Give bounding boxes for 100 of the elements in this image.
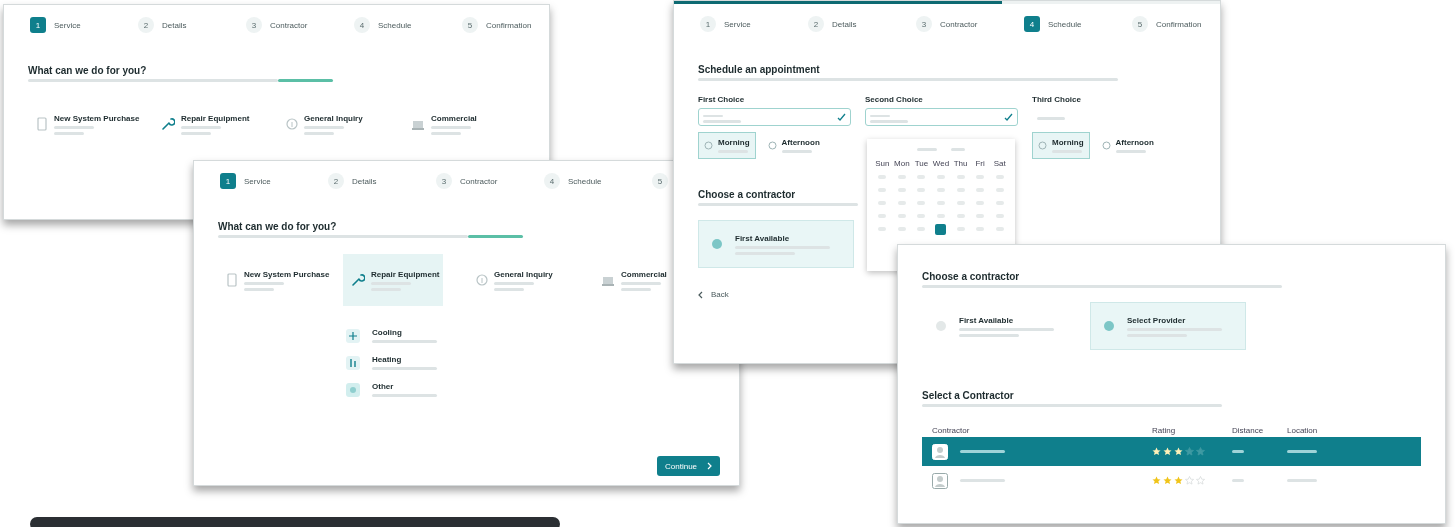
time-slot[interactable]: Afternoon — [1095, 132, 1160, 159]
step-tab[interactable]: 2 Details — [138, 17, 187, 33]
illegible-text-line — [1115, 150, 1146, 153]
service-option-card[interactable]: General Inquiry — [468, 254, 557, 306]
service-option-card[interactable]: Commercial — [593, 254, 671, 306]
weekday-label: Sat — [993, 159, 1006, 168]
contractor-option-card[interactable]: Select Provider — [1090, 302, 1246, 350]
star-icon — [1196, 447, 1205, 456]
step-tab[interactable]: 4 Schedule — [1024, 16, 1082, 32]
info-icon — [476, 273, 488, 287]
contractor-option-card[interactable]: First Available — [922, 302, 1078, 350]
contractor-option-card[interactable]: First Available — [698, 220, 854, 268]
device-icon — [226, 273, 238, 287]
illegible-text-line — [960, 479, 1005, 482]
step-tab[interactable]: 1 Service — [700, 16, 751, 32]
section-heading: Select a Contractor — [922, 390, 1014, 401]
option-title: Select Provider — [1127, 315, 1187, 325]
step-tab[interactable]: 5 Confirmation — [1132, 16, 1202, 32]
illegible-text-line — [304, 131, 334, 135]
time-slot[interactable]: Morning — [698, 132, 756, 159]
contractor-row[interactable] — [922, 437, 1421, 466]
time-slot[interactable]: Afternoon — [761, 132, 826, 159]
illegible-text-line — [781, 150, 812, 153]
back-button[interactable]: Back — [698, 290, 729, 299]
sub-option-item[interactable]: Heating — [346, 355, 446, 370]
service-option-card[interactable]: Repair Equipment — [153, 98, 254, 150]
date-field[interactable] — [865, 108, 1018, 126]
illegible-text-line — [1287, 479, 1317, 482]
service-option-card[interactable]: Commercial — [403, 98, 481, 150]
illegible-text-line — [372, 367, 437, 370]
illegible-text-line — [917, 148, 937, 151]
illegible-text-line — [431, 125, 471, 129]
option-title: First Available — [735, 233, 791, 243]
illegible-text-line — [960, 450, 1005, 453]
wrench-icon — [351, 273, 365, 287]
illegible-text-line — [494, 281, 534, 285]
device-icon — [36, 117, 48, 131]
step-tab[interactable]: 2 Details — [328, 173, 377, 189]
star-icon — [1174, 447, 1183, 456]
radio-icon — [711, 238, 723, 250]
step-tab[interactable]: 3 Contractor — [436, 173, 498, 189]
radio-icon — [1103, 320, 1115, 332]
illegible-text-line — [621, 281, 661, 285]
star-icon — [1185, 447, 1194, 456]
check-icon — [837, 112, 846, 122]
time-slot[interactable]: Morning — [1032, 132, 1090, 159]
weekday-label: Thu — [953, 159, 968, 168]
calendar-day[interactable] — [935, 224, 947, 235]
sub-option-item[interactable]: Cooling — [346, 328, 446, 343]
service-option-card[interactable]: New System Purchase — [218, 254, 334, 306]
page-heading: What can we do for you? — [218, 221, 337, 232]
illegible-text-line — [244, 287, 274, 291]
illegible-text-line — [372, 394, 437, 397]
chevron-left-icon — [698, 290, 703, 299]
weekday-label: Wed — [932, 159, 950, 168]
illegible-text-line — [870, 119, 908, 123]
service-option-card[interactable]: Repair Equipment — [343, 254, 444, 306]
weekday-label: Mon — [894, 159, 910, 168]
step-tab[interactable]: 4 Schedule — [544, 173, 602, 189]
service-option-card[interactable]: General Inquiry — [278, 98, 367, 150]
step-tab[interactable]: 1 Service — [220, 173, 271, 189]
step-tab[interactable]: 3 Contractor — [916, 16, 978, 32]
illegible-text-line — [1232, 479, 1244, 482]
step-tab[interactable]: 3 Contractor — [246, 17, 308, 33]
illegible-text-line — [951, 148, 965, 151]
column-header: Distance — [1232, 425, 1265, 435]
step-tab[interactable]: 1 Service — [30, 17, 81, 33]
step-tab[interactable]: 2 Details — [808, 16, 857, 32]
illegible-text-line — [304, 125, 344, 129]
illegible-text-line — [870, 114, 890, 117]
chevron-right-icon — [707, 462, 713, 470]
illegible-text-line — [372, 340, 437, 343]
step-tab[interactable]: 4 Schedule — [354, 17, 412, 33]
page-heading: What can we do for you? — [28, 65, 147, 76]
sub-option-item[interactable]: Other — [346, 382, 446, 397]
illegible-text-line — [1037, 117, 1065, 120]
illegible-text-line — [959, 333, 1019, 337]
section-heading: Choose a contractor — [698, 189, 796, 200]
star-icon — [1152, 447, 1161, 456]
section-heading: Choose a contractor — [922, 271, 1020, 282]
star-icon — [1174, 476, 1183, 485]
star-icon — [1163, 447, 1172, 456]
avatar-icon — [932, 472, 948, 489]
illegible-text-line — [703, 114, 723, 117]
illegible-text-line — [431, 131, 461, 135]
service-option-card[interactable]: New System Purchase — [28, 98, 144, 150]
field-label: Second Choice — [865, 95, 924, 104]
column-header: Rating — [1152, 425, 1177, 435]
illegible-text-line — [1232, 450, 1244, 453]
field-label: Third Choice — [1032, 95, 1082, 104]
step-tab[interactable]: 5 Confirmation — [462, 17, 532, 33]
wrench-icon — [161, 117, 175, 131]
illegible-text-line — [54, 125, 94, 129]
illegible-text-line — [181, 131, 211, 135]
illegible-text-line — [54, 131, 84, 135]
step-tab[interactable]: 5 — [652, 173, 668, 189]
illegible-text-line — [494, 287, 524, 291]
page-heading: Schedule an appointment — [698, 64, 820, 75]
date-field[interactable] — [698, 108, 851, 126]
continue-button[interactable]: Continue — [657, 456, 721, 476]
